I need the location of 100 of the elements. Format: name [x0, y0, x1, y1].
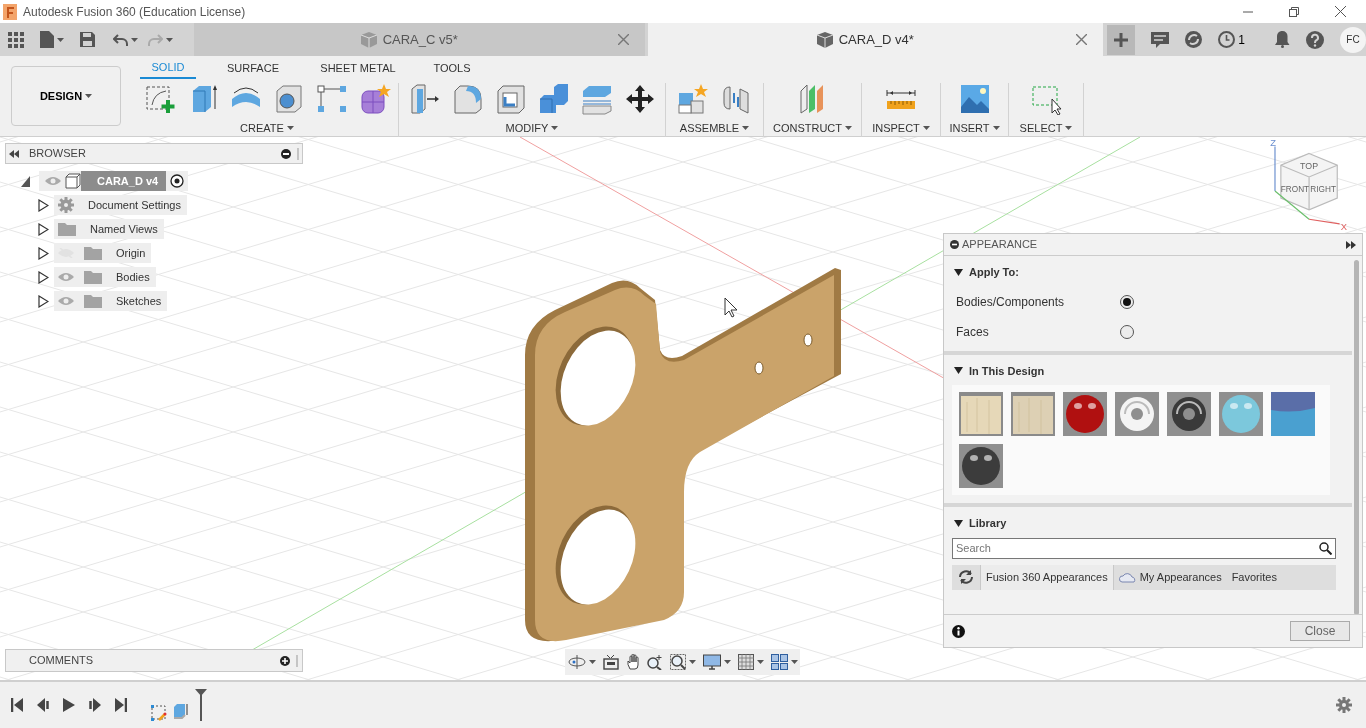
close-button[interactable]: Close: [1290, 621, 1350, 641]
scrollbar-thumb[interactable]: [1354, 260, 1359, 615]
caret-icon: [723, 660, 731, 664]
radio-button[interactable]: [1120, 324, 1134, 339]
press-pull-icon[interactable]: [408, 82, 441, 115]
collapse-arrow-icon[interactable]: [954, 268, 963, 276]
expand-triangle-icon[interactable]: [38, 222, 49, 236]
glass-sphere-swatch[interactable]: [959, 444, 1003, 488]
sketch-feature-icon[interactable]: [151, 705, 167, 721]
group-menu-button[interactable]: ASSEMBLE: [679, 120, 750, 137]
restore-icon[interactable]: [1289, 6, 1299, 17]
paint-swatch[interactable]: [1271, 392, 1315, 436]
comment-icon[interactable]: [1151, 31, 1170, 48]
library-tab[interactable]: Fusion 360 Appearances: [980, 564, 1114, 590]
minimize-panel-icon[interactable]: [950, 240, 959, 249]
sync-icon[interactable]: [1185, 31, 1203, 48]
close-icon[interactable]: [1076, 34, 1088, 45]
activate-radio-icon[interactable]: [170, 174, 185, 188]
group-menu-button[interactable]: CONSTRUCT: [772, 120, 853, 137]
bell-icon[interactable]: [1275, 31, 1290, 48]
torus-swatch[interactable]: [1115, 392, 1159, 436]
browser-row[interactable]: Document Settings: [54, 195, 187, 215]
minimize-panel-icon[interactable]: [281, 148, 291, 159]
group-menu-button[interactable]: INSPECT: [872, 120, 930, 137]
collapse-panel-icon[interactable]: [9, 149, 19, 158]
timeline-marker-icon[interactable]: [195, 689, 207, 721]
caret-icon: [992, 126, 1000, 131]
group-menu-button[interactable]: CREATE: [240, 120, 294, 137]
collapse-arrow-icon[interactable]: [954, 519, 963, 527]
combine-icon[interactable]: [537, 82, 570, 115]
caret-icon: [845, 126, 853, 131]
torus-swatch[interactable]: [1167, 392, 1211, 436]
wood-swatch[interactable]: [959, 392, 1003, 436]
radio-button[interactable]: [1120, 294, 1134, 309]
wood-swatch[interactable]: [1011, 392, 1055, 436]
ribbon-tab[interactable]: SURFACE: [196, 58, 310, 79]
glass-sphere-swatch[interactable]: [1063, 392, 1107, 436]
viewports-button[interactable]: [770, 654, 798, 670]
display-button[interactable]: [702, 654, 731, 670]
expand-triangle-icon[interactable]: [38, 198, 49, 212]
group-menu-button[interactable]: MODIFY: [505, 120, 559, 137]
document-tab[interactable]: CARA_D v4*: [648, 23, 1104, 56]
look-at-button[interactable]: [602, 654, 619, 670]
group-menu-button[interactable]: SELECT: [1019, 120, 1073, 137]
folder-icon: [84, 246, 102, 260]
collapse-arrow-icon[interactable]: [954, 367, 963, 375]
new-component-icon[interactable]: [677, 82, 709, 115]
job-status-button[interactable]: 1: [1218, 30, 1245, 49]
expand-panel-icon[interactable]: [1346, 240, 1356, 249]
zoom-window-icon: [669, 654, 686, 670]
expand-triangle-icon[interactable]: [38, 294, 49, 308]
document-tab[interactable]: CARA_C v5*: [194, 23, 646, 56]
resize-handle-icon[interactable]: [297, 147, 299, 160]
resize-handle-icon[interactable]: [296, 654, 298, 667]
caret-icon: [922, 126, 930, 131]
undo-button[interactable]: [113, 33, 138, 46]
apps-grid-icon[interactable]: [8, 31, 24, 48]
group-menu-button[interactable]: INSERT: [949, 120, 1000, 137]
search-icon[interactable]: [1319, 541, 1332, 555]
grid-button[interactable]: [737, 654, 764, 670]
browser-row[interactable]: Origin: [54, 243, 152, 263]
extrude-feature-icon[interactable]: [173, 703, 189, 721]
cube-star-icon[interactable]: [358, 82, 391, 115]
search-field[interactable]: Search: [952, 537, 1336, 559]
previous-step-icon[interactable]: [37, 698, 49, 712]
expand-triangle-icon[interactable]: [38, 246, 49, 260]
browser-row[interactable]: Named Views: [54, 219, 164, 239]
redo-button[interactable]: [148, 33, 173, 46]
user-avatar[interactable]: FC: [1340, 26, 1366, 53]
zoom-button[interactable]: [646, 654, 663, 670]
add-comment-icon[interactable]: [280, 655, 290, 666]
file-menu-button[interactable]: [40, 31, 64, 48]
save-icon[interactable]: [80, 32, 95, 47]
browser-row[interactable]: Bodies: [54, 267, 156, 287]
info-icon[interactable]: [952, 624, 965, 638]
play-icon[interactable]: [63, 698, 75, 712]
caret-icon: [1065, 126, 1073, 131]
component-icon: [65, 173, 81, 189]
image-icon[interactable]: [958, 82, 991, 115]
first-step-icon[interactable]: [11, 698, 23, 712]
expand-triangle-icon[interactable]: [38, 270, 49, 284]
help-icon[interactable]: [1306, 30, 1324, 49]
zoom-window-button[interactable]: [669, 654, 696, 670]
glass-sphere-swatch[interactable]: [1219, 392, 1263, 436]
ribbon-tab[interactable]: TOOLS: [406, 58, 498, 79]
collapse-triangle-icon[interactable]: [20, 174, 31, 188]
pan-hand-button[interactable]: [625, 654, 640, 670]
workspace-menu-button[interactable]: DESIGN: [11, 66, 121, 126]
section-title: Apply To:: [969, 265, 1019, 280]
shell-icon[interactable]: [494, 82, 527, 115]
settings-icon[interactable]: [1336, 697, 1352, 713]
orbit-button[interactable]: [567, 654, 596, 670]
zoom-icon: [646, 654, 663, 670]
browser-row[interactable]: Sketches: [54, 291, 168, 311]
next-step-icon[interactable]: [89, 698, 101, 712]
close-icon[interactable]: [1335, 6, 1346, 17]
ribbon-tab[interactable]: SHEET METAL: [310, 58, 406, 79]
view-cube-drawing[interactable]: TOP FRONT RIGHT Z X: [1262, 137, 1362, 231]
new-tab-button[interactable]: [1107, 24, 1136, 55]
last-step-icon[interactable]: [115, 698, 127, 712]
